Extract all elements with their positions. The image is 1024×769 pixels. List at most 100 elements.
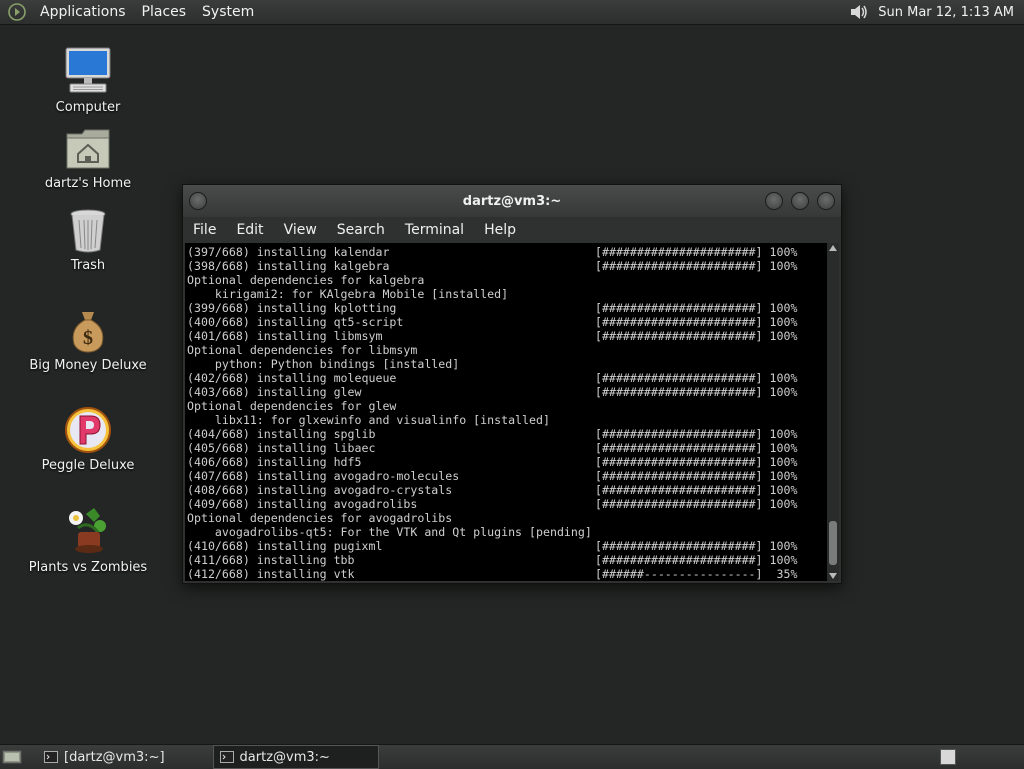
menu-terminal[interactable]: Terminal (395, 222, 474, 238)
desktop-icon-label: Peggle Deluxe (41, 458, 135, 473)
terminal-line-text: (398/668) installing kalgebra (187, 259, 390, 273)
applications-menu[interactable]: Applications (32, 4, 134, 20)
terminal-progress-bar: [######################] 100% (595, 539, 798, 553)
menu-edit[interactable]: Edit (226, 222, 273, 238)
terminal-line-text: (406/668) installing hdf5 (187, 455, 362, 469)
terminal-line: (405/668) installing libaec [############… (187, 441, 827, 455)
terminal-line: (404/668) installing spglib [############… (187, 427, 827, 441)
terminal-line: python: Python bindings [installed] (187, 357, 827, 371)
terminal-line: avogadrolibs-qt5: For the VTK and Qt plu… (187, 525, 827, 539)
terminal-line: (407/668) installing avogadro-molecules [… (187, 469, 827, 483)
show-desktop-icon[interactable] (2, 748, 22, 766)
terminal-line: (399/668) installing kplotting [#########… (187, 301, 827, 315)
terminal-line-text: (397/668) installing kalendar (187, 245, 390, 259)
terminal-menubar: File Edit View Search Terminal Help (183, 217, 841, 243)
terminal-progress-bar: [######################] 100% (595, 483, 798, 497)
terminal-line-text: kirigami2: for KAlgebra Mobile [installe… (187, 287, 509, 301)
terminal-line-text: (405/668) installing libaec (187, 441, 376, 455)
speaker-icon[interactable] (848, 2, 868, 22)
terminal-progress-bar: [######################] 100% (595, 371, 798, 385)
gnome-foot-icon[interactable] (8, 3, 26, 21)
menu-search[interactable]: Search (327, 222, 395, 238)
terminal-line-text: (408/668) installing avogadro-crystals (187, 483, 453, 497)
scrollbar-thumb[interactable] (829, 521, 837, 565)
terminal-line-text: libx11: for glxewinfo and visualinfo [in… (187, 413, 550, 427)
terminal-line: (412/668) installing vtk [######---------… (187, 567, 827, 581)
places-menu[interactable]: Places (134, 4, 195, 20)
terminal-line: Optional dependencies for avogadrolibs (187, 511, 827, 525)
terminal-progress-bar: [######################] 100% (595, 259, 798, 273)
terminal-line: kirigami2: for KAlgebra Mobile [installe… (187, 287, 827, 301)
terminal-line: (408/668) installing avogadro-crystals [#… (187, 483, 827, 497)
window-menu-button[interactable] (189, 192, 207, 210)
terminal-line: (398/668) installing kalgebra [##########… (187, 259, 827, 273)
terminal-line-text: (401/668) installing libmsym (187, 329, 383, 343)
terminal-line-text: python: Python bindings [installed] (187, 357, 460, 371)
money-bag-icon: $ (72, 312, 104, 353)
desktop-icon-big-money[interactable]: $ Big Money Deluxe (23, 308, 153, 373)
terminal-progress-bar: [######################] 100% (595, 455, 798, 469)
svg-text:$: $ (83, 327, 93, 349)
desktop-icon-plants-vs-zombies[interactable]: Plants vs Zombies (23, 504, 153, 575)
desktop-icon-label: dartz's Home (44, 176, 132, 191)
terminal-scrollbar[interactable] (827, 243, 839, 581)
desktop-icon-trash[interactable]: Trash (23, 208, 153, 273)
maximize-button[interactable] (791, 192, 809, 210)
terminal-line: (409/668) installing avogadrolibs [######… (187, 497, 827, 511)
taskbar-item-terminal-active[interactable]: dartz@vm3:~ (212, 745, 379, 769)
scroll-down-arrow-icon[interactable] (829, 573, 837, 579)
terminal-progress-bar: [######----------------] 35% (595, 567, 798, 581)
terminal-line-text: (404/668) installing spglib (187, 427, 376, 441)
terminal-line: (403/668) installing glew [##############… (187, 385, 827, 399)
terminal-line-text: Optional dependencies for libmsym (187, 343, 418, 357)
close-button[interactable] (817, 192, 835, 210)
terminal-progress-bar: [######################] 100% (595, 329, 798, 343)
menu-file[interactable]: File (183, 222, 226, 238)
computer-icon (65, 47, 111, 93)
top-panel: Applications Places System Sun Mar 12, 1… (0, 0, 1024, 25)
workspace-switcher-icon[interactable] (940, 749, 956, 765)
terminal-line-text: (410/668) installing pugixml (187, 539, 383, 553)
taskbar-item-label: dartz@vm3:~ (239, 749, 330, 765)
plants-icon (69, 508, 106, 553)
window-titlebar[interactable]: dartz@vm3:~ (183, 185, 841, 217)
taskbar-item-terminal-inactive[interactable]: [dartz@vm3:~] (38, 746, 171, 768)
terminal-output[interactable]: (397/668) installing kalendar [##########… (185, 243, 839, 581)
trash-icon (70, 209, 106, 253)
clock[interactable]: Sun Mar 12, 1:13 AM (872, 5, 1024, 20)
terminal-line-text: avogadrolibs-qt5: For the VTK and Qt plu… (187, 525, 592, 539)
minimize-button[interactable] (765, 192, 783, 210)
desktop-icon-peggle[interactable]: Peggle Deluxe (23, 406, 153, 473)
desktop-icon-home[interactable]: dartz's Home (23, 126, 153, 191)
terminal-icon (219, 751, 234, 763)
terminal-line-text: (407/668) installing avogadro-molecules (187, 469, 460, 483)
desktop-icon-label: Computer (55, 100, 121, 115)
terminal-line-text: (403/668) installing glew (187, 385, 362, 399)
terminal-line-text: (399/668) installing kplotting (187, 301, 397, 315)
terminal-line: libx11: for glxewinfo and visualinfo [in… (187, 413, 827, 427)
menu-help[interactable]: Help (474, 222, 526, 238)
terminal-line: (402/668) installing molequeue [#########… (187, 371, 827, 385)
terminal-line: (397/668) installing kalendar [##########… (187, 245, 827, 259)
system-menu[interactable]: System (194, 4, 262, 20)
terminal-progress-bar: [######################] 100% (595, 315, 798, 329)
terminal-line-text: (412/668) installing vtk (187, 567, 355, 581)
scroll-up-arrow-icon[interactable] (829, 245, 837, 251)
terminal-progress-bar: [######################] 100% (595, 553, 798, 567)
desktop-icon-computer[interactable]: Computer (23, 44, 153, 115)
menu-view[interactable]: View (274, 222, 327, 238)
terminal-progress-bar: [######################] 100% (595, 385, 798, 399)
terminal-icon (44, 751, 58, 763)
window-title: dartz@vm3:~ (462, 193, 562, 209)
terminal-line-text: (400/668) installing qt5-script (187, 315, 404, 329)
peggle-icon (65, 407, 111, 453)
terminal-window[interactable]: dartz@vm3:~ File Edit View Search Termin… (182, 184, 842, 584)
terminal-progress-bar: [######################] 100% (595, 301, 798, 315)
terminal-progress-bar: [######################] 100% (595, 441, 798, 455)
terminal-line: Optional dependencies for libmsym (187, 343, 827, 357)
desktop-icon-label: Big Money Deluxe (29, 358, 147, 373)
terminal-line-text: (411/668) installing tbb (187, 553, 355, 567)
terminal-progress-bar: [######################] 100% (595, 245, 798, 259)
terminal-progress-bar: [######################] 100% (595, 469, 798, 483)
bottom-panel: [dartz@vm3:~] dartz@vm3:~ (0, 744, 1024, 769)
